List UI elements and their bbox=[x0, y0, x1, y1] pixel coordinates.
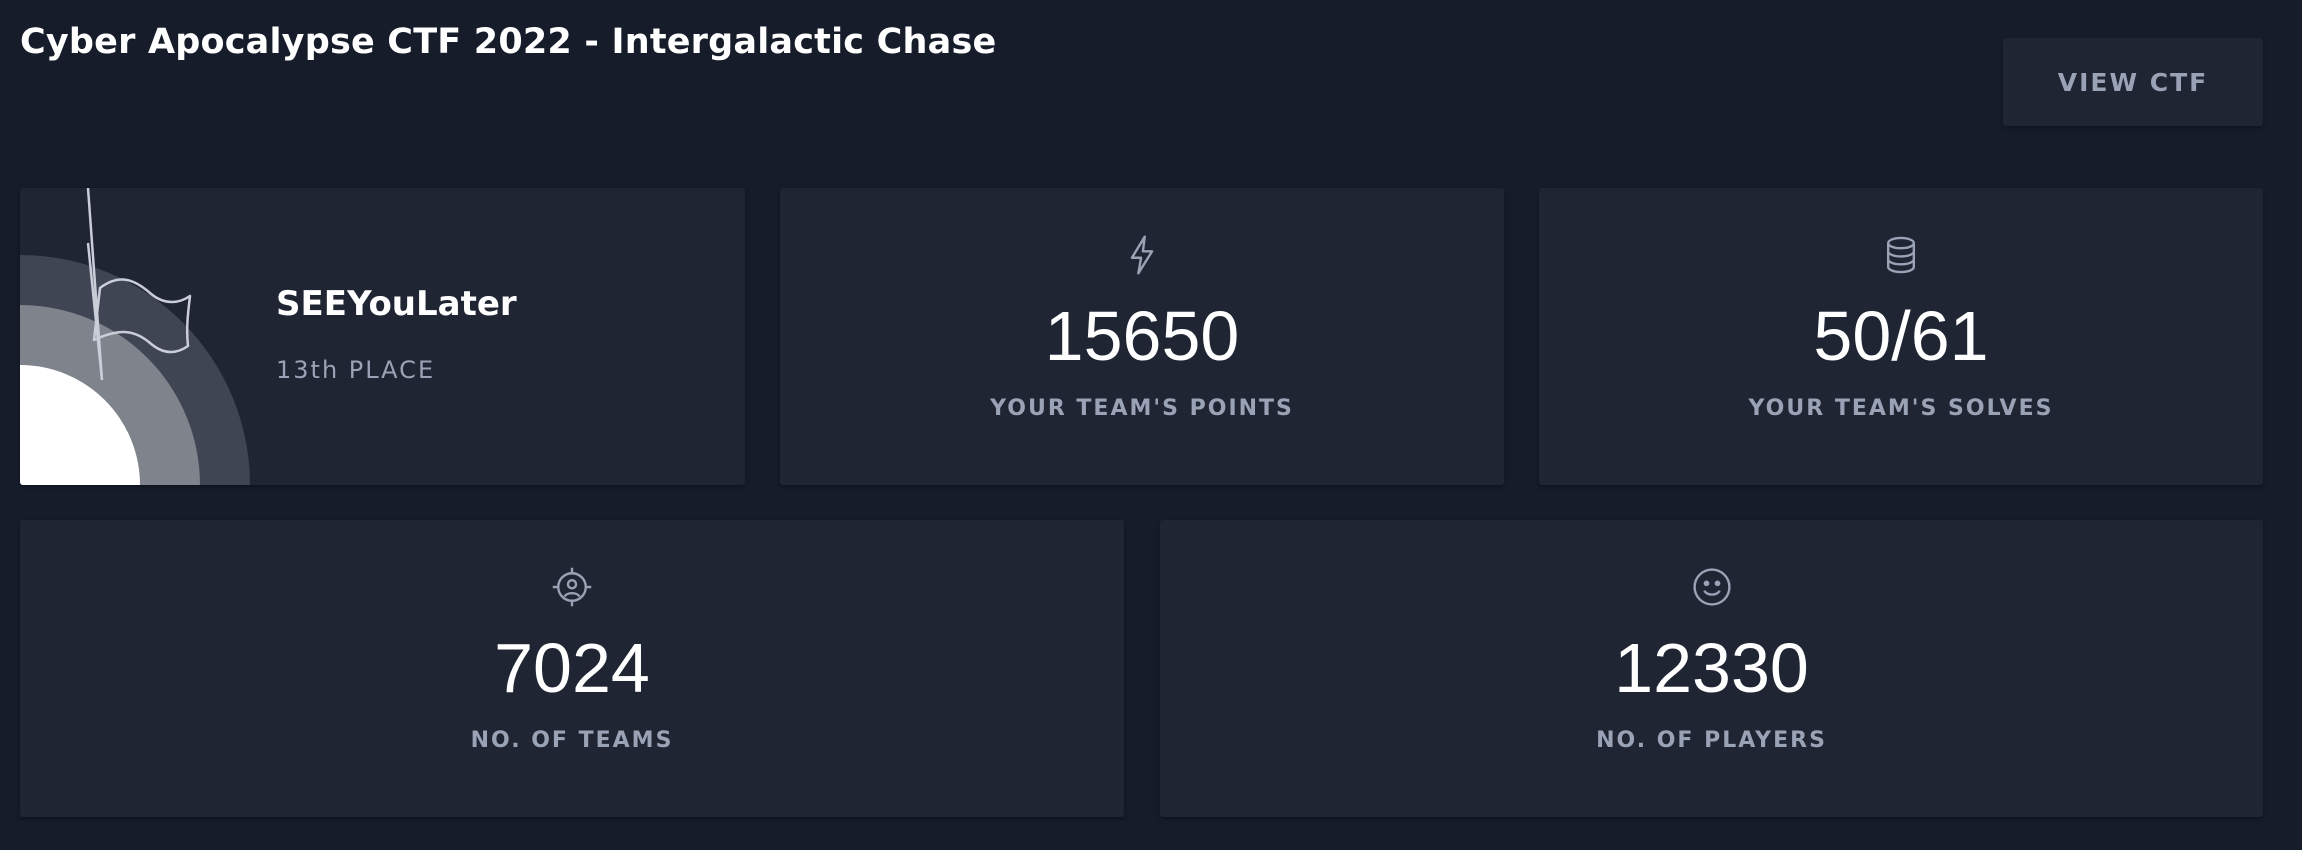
team-solves-value: 50/61 bbox=[1813, 297, 1989, 375]
team-rank-card: SEEYouLater 13th PLACE bbox=[20, 188, 745, 485]
view-ctf-button[interactable]: VIEW CTF bbox=[2003, 38, 2263, 126]
total-teams-value: 7024 bbox=[494, 629, 650, 707]
team-solves-label: YOUR TEAM'S SOLVES bbox=[1748, 396, 2054, 421]
lightning-icon bbox=[1130, 235, 1154, 275]
team-points-card: 15650 YOUR TEAM'S POINTS bbox=[780, 188, 1504, 485]
team-points-label: YOUR TEAM'S POINTS bbox=[990, 396, 1294, 421]
total-teams-label: NO. OF TEAMS bbox=[470, 728, 674, 753]
team-name: SEEYouLater bbox=[276, 284, 517, 324]
smiley-icon bbox=[1692, 568, 1731, 606]
target-user-icon bbox=[552, 567, 592, 607]
team-points-value: 15650 bbox=[1044, 297, 1240, 375]
rank-podium-graphic bbox=[20, 188, 250, 485]
team-place: 13th PLACE bbox=[276, 356, 436, 384]
page-title: Cyber Apocalypse CTF 2022 - Intergalacti… bbox=[20, 22, 997, 62]
dashboard: Cyber Apocalypse CTF 2022 - Intergalacti… bbox=[0, 0, 2302, 850]
team-solves-card: 50/61 YOUR TEAM'S SOLVES bbox=[1539, 188, 2263, 485]
total-players-value: 12330 bbox=[1614, 629, 1809, 707]
database-icon bbox=[1886, 236, 1916, 274]
total-players-label: NO. OF PLAYERS bbox=[1596, 728, 1827, 753]
total-players-card: 12330 NO. OF PLAYERS bbox=[1160, 520, 2263, 817]
total-teams-card: 7024 NO. OF TEAMS bbox=[20, 520, 1124, 817]
